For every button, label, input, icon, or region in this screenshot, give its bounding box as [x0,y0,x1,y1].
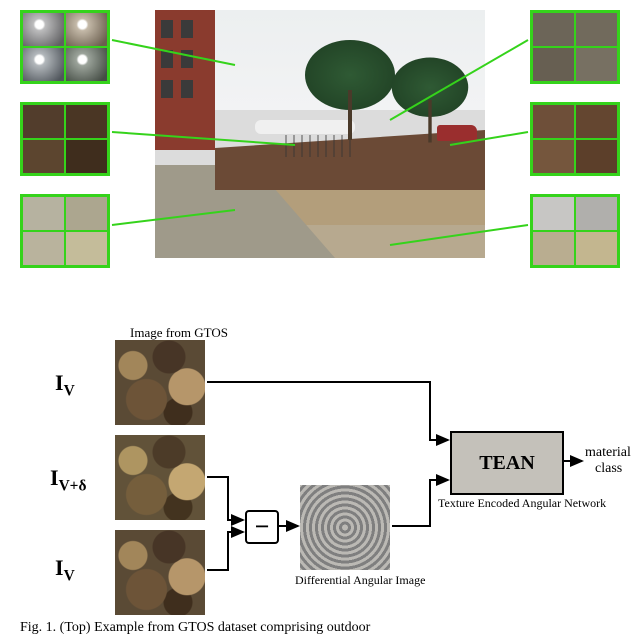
diagram-arrows [50,330,620,610]
patch-concrete [530,194,620,268]
patch-soil [530,102,620,176]
patch-mulch [20,102,110,176]
right-patch-column [530,10,620,268]
figure-1: Image from GTOS IV IV+δ IV − Differentia… [20,10,620,620]
bottom-diagram: Image from GTOS IV IV+δ IV − Differentia… [50,330,620,610]
left-patch-column [20,10,110,268]
patch-asphalt [530,10,620,84]
scene-photo [155,10,485,258]
patch-gravel [20,194,110,268]
patch-spheres [20,10,110,84]
top-section [20,10,620,310]
figure-caption: Fig. 1. (Top) Example from GTOS dataset … [20,620,370,636]
